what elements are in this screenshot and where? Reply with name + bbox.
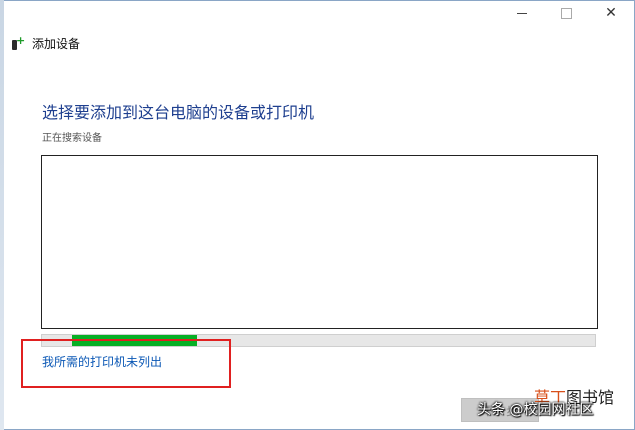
close-icon: ✕ xyxy=(605,5,617,21)
wizard-title: 添加设备 xyxy=(32,37,81,51)
close-button[interactable]: ✕ xyxy=(589,1,633,25)
watermark-credit: 头条 @校园网社区 xyxy=(477,402,594,418)
page-heading: 选择要添加到这台电脑的设备或打印机 xyxy=(42,103,315,122)
maximize-button xyxy=(544,1,588,25)
minimize-icon xyxy=(517,12,527,14)
add-device-icon: + xyxy=(11,35,25,51)
title-bar: ✕ xyxy=(1,1,634,25)
search-status: 正在搜索设备 xyxy=(42,133,102,144)
maximize-icon xyxy=(560,7,572,19)
printer-not-listed-link[interactable]: 我所需的打印机未列出 xyxy=(42,353,162,370)
minimize-button[interactable] xyxy=(500,1,544,25)
add-device-window: ✕ + 添加设备 选择要添加到这台电脑的设备或打印机 正在搜索设备 我所需的打印… xyxy=(0,0,635,430)
background-window-edge xyxy=(0,0,4,430)
wizard-header: + 添加设备 xyxy=(11,35,80,52)
device-list[interactable] xyxy=(41,155,598,329)
